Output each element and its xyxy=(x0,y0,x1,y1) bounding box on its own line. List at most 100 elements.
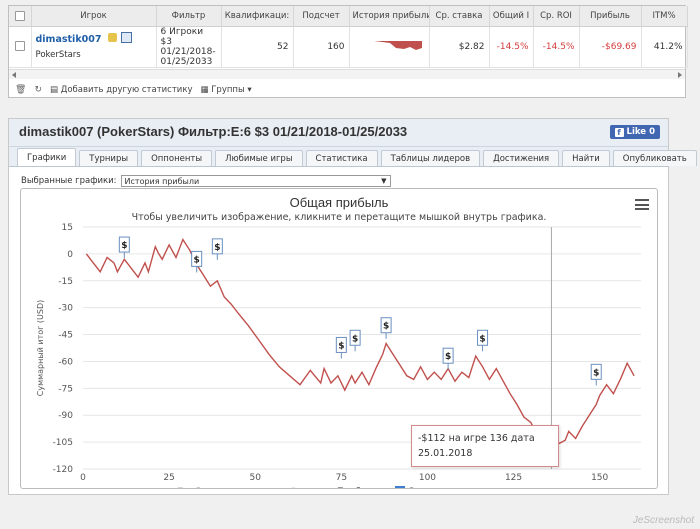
tab-statistics[interactable]: Статистика xyxy=(305,150,378,166)
graph-panel: dimastik007 (PokerStars) Фильтр:E:6 $3 0… xyxy=(8,118,697,495)
refresh-icon[interactable]: ↻ xyxy=(34,85,42,95)
graph-select-row: Выбранные графики: История прибыли ▼ xyxy=(21,175,391,187)
stats-toolbar: 🗑 ↻ ▤ Добавить другую статистику ▦ Групп… xyxy=(9,81,685,99)
profit-chart[interactable]: Общая прибыль Чтобы увеличить изображение… xyxy=(21,189,657,488)
player-cell: dimastik007 PokerStars xyxy=(31,26,157,68)
grid-icon: ▦ xyxy=(200,85,212,95)
chart-menu-icon[interactable] xyxy=(635,199,649,210)
chart-container[interactable]: Общая прибыль Чтобы увеличить изображение… xyxy=(20,188,658,489)
facebook-like-button[interactable]: f Like 0 xyxy=(609,125,660,139)
y-tick-label-6: -75 xyxy=(58,384,73,394)
table-row[interactable]: dimastik007 PokerStars 6 Игроки $3 01/21… xyxy=(9,26,688,68)
tooltip-line-1: -$112 на игре 136 дата xyxy=(418,433,535,444)
header-filter[interactable]: Фильтр xyxy=(156,6,222,27)
export-icon[interactable] xyxy=(120,31,132,43)
dropdown-caret-icon: ▼ xyxy=(381,177,387,185)
y-axis-label: Суммарный итог (USD) xyxy=(36,300,45,397)
count-cell: 160 xyxy=(293,26,350,68)
tab-leaderboards[interactable]: Таблицы лидеров xyxy=(380,150,481,166)
x-tick-label-2: 50 xyxy=(249,473,261,483)
trophy-icon xyxy=(107,32,117,42)
avg-roi-cell: -14.5% xyxy=(533,26,580,68)
header-player[interactable]: Игрок xyxy=(31,6,157,27)
big-win-marker-label-1: $ xyxy=(194,255,200,265)
x-tick-label-0: 0 xyxy=(80,473,86,483)
x-tick-label-5: 125 xyxy=(505,473,522,483)
tab-opponents[interactable]: Оппоненты xyxy=(141,150,213,166)
watermark-credit: JeScreenshot xyxy=(632,515,694,526)
tab-find[interactable]: Найти xyxy=(562,150,610,166)
groups-button[interactable]: ▦ Группы ▾ xyxy=(201,85,252,95)
y-tick-label-3: -30 xyxy=(58,304,73,314)
tab-bar: Графики Турниры Оппоненты Любимые игры С… xyxy=(9,147,697,167)
y-tick-label-9: -120 xyxy=(53,465,74,475)
trash-icon[interactable]: 🗑 xyxy=(15,85,26,95)
like-label: Like xyxy=(626,127,647,137)
add-stat-button[interactable]: ▤ Добавить другую статистику xyxy=(50,85,193,95)
tab-graphs[interactable]: Графики xyxy=(17,148,77,166)
facebook-icon: f xyxy=(614,127,624,137)
header-total-roi[interactable]: Общий I xyxy=(489,6,534,27)
like-count: 0 xyxy=(649,127,655,137)
y-tick-label-7: -90 xyxy=(58,411,73,421)
panel-header: dimastik007 (PokerStars) Фильтр:E:6 $3 0… xyxy=(9,119,668,147)
big-win-marker-label-8: $ xyxy=(593,368,599,378)
profit-history-sparkline[interactable] xyxy=(349,26,430,68)
row-checkbox-cell[interactable] xyxy=(9,26,32,68)
big-win-marker-label-4: $ xyxy=(352,334,358,344)
legend-label-big-wins: Значительные выигрыши xyxy=(409,487,531,488)
y-tick-label-1: 0 xyxy=(67,250,73,260)
itm-cell: 41.2% xyxy=(641,26,688,68)
tab-tournaments[interactable]: Турниры xyxy=(79,150,139,166)
big-win-marker-label-7: $ xyxy=(479,334,485,344)
chart-subtitle: Чтобы увеличить изображение, кликните и … xyxy=(132,212,547,223)
stats-panel: Игрок Фильтр Квалификаци: Подсчет Истори… xyxy=(8,5,688,99)
header-profit-history[interactable]: История прибыли xyxy=(349,6,430,27)
scroll-left-icon[interactable] xyxy=(12,72,16,78)
big-win-marker-label-5: $ xyxy=(383,322,389,332)
graph-select-dropdown[interactable]: История прибыли ▼ xyxy=(120,175,391,187)
graph-select-value: История прибыли xyxy=(124,176,200,186)
tab-achievements[interactable]: Достижения xyxy=(483,150,560,166)
big-win-marker-label-6: $ xyxy=(445,352,451,362)
header-count[interactable]: Подсчет xyxy=(293,6,350,27)
y-tick-label-5: -60 xyxy=(58,357,73,367)
y-tick-label-4: -45 xyxy=(58,331,73,341)
x-tick-label-3: 75 xyxy=(336,473,347,483)
big-win-marker-label-0: $ xyxy=(121,241,127,251)
legend-label-rake: Прибыль за минусом рейка xyxy=(177,487,307,488)
header-qualifications[interactable]: Квалификаци: xyxy=(221,6,294,27)
x-tick-label-4: 100 xyxy=(419,473,436,483)
legend-swatch-big-wins xyxy=(395,486,405,488)
select-all-header[interactable] xyxy=(9,6,32,27)
header-itm[interactable]: ITM% xyxy=(641,6,688,27)
total-roi-cell: -14.5% xyxy=(489,26,534,68)
big-win-marker-label-2: $ xyxy=(214,243,220,253)
tab-publish[interactable]: Опубликовать xyxy=(612,150,697,166)
groups-label: Группы xyxy=(211,85,245,95)
horizontal-scrollbar[interactable] xyxy=(9,69,685,79)
header-profit[interactable]: Прибыль xyxy=(579,6,642,27)
x-tick-label-6: 150 xyxy=(591,473,608,483)
filter-cell: 6 Игроки $3 01/21/2018-01/25/2033 xyxy=(156,26,222,68)
y-tick-label-0: 15 xyxy=(62,223,73,233)
select-all-checkbox[interactable] xyxy=(14,10,25,21)
sparkline xyxy=(353,41,422,50)
player-name-link[interactable]: dimastik007 xyxy=(36,34,152,45)
header-avg-stake[interactable]: Ср. ставка xyxy=(429,6,490,27)
legend-label-profit: Прибыль xyxy=(337,487,379,488)
panel-title: dimastik007 (PokerStars) Фильтр:E:6 $3 0… xyxy=(19,124,408,139)
x-tick-label-1: 25 xyxy=(163,473,174,483)
scroll-right-icon[interactable] xyxy=(678,72,682,78)
stats-table: Игрок Фильтр Квалификаци: Подсчет Истори… xyxy=(9,6,688,68)
add-stat-label: Добавить другую статистику xyxy=(60,85,193,95)
player-site: PokerStars xyxy=(35,49,81,60)
row-checkbox[interactable] xyxy=(14,41,25,52)
tab-favorite-games[interactable]: Любимые игры xyxy=(215,150,303,166)
qualifications-cell: 52 xyxy=(221,26,294,68)
header-avg-roi[interactable]: Ср. ROI xyxy=(533,6,580,27)
chevron-down-icon: ▾ xyxy=(247,85,252,95)
list-icon: ▤ xyxy=(49,85,61,95)
selected-graphs-label: Выбранные графики: xyxy=(21,176,117,186)
y-tick-label-2: -15 xyxy=(58,277,73,287)
